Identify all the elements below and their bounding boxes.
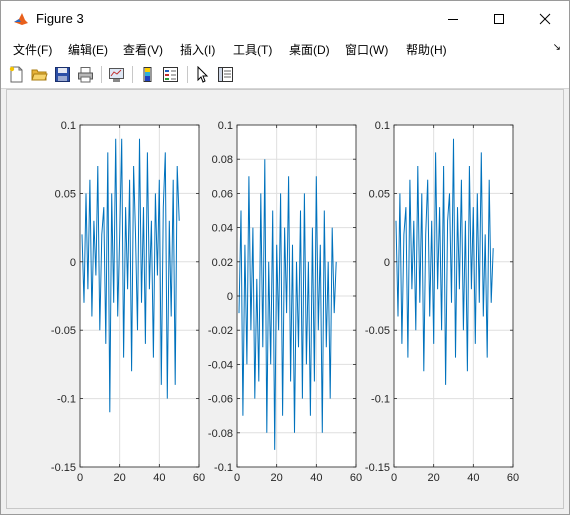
x-tick-label: 20	[271, 472, 283, 484]
minimize-icon	[448, 19, 458, 20]
new-figure-icon[interactable]	[8, 66, 25, 83]
menu-view[interactable]: 查看(V)	[123, 41, 163, 58]
maximize-icon	[494, 14, 504, 24]
x-tick-label: 60	[193, 472, 205, 484]
y-tick-label: 0	[227, 291, 233, 303]
print-icon[interactable]	[77, 66, 94, 83]
property-inspector-icon[interactable]	[217, 66, 234, 83]
colorbar-icon[interactable]	[139, 66, 156, 83]
x-tick-label: 40	[310, 472, 322, 484]
y-tick-label: -0.1	[57, 394, 76, 406]
y-tick-label: 0	[70, 257, 76, 269]
x-tick-label: 20	[428, 472, 440, 484]
menu-edit[interactable]: 编辑(E)	[68, 41, 108, 58]
y-tick-label: -0.15	[365, 462, 390, 474]
menu-insert[interactable]: 插入(I)	[180, 41, 215, 58]
figure-canvas[interactable]: 0 20 40 60 0.1 0.05 0 -0.05 -0.1 -0.15 0 20 40 60 0.1 0…	[6, 89, 564, 509]
legend-icon[interactable]	[162, 66, 179, 83]
y-tick-label: -0.05	[365, 325, 390, 337]
close-button[interactable]	[522, 1, 568, 37]
matlab-icon	[13, 11, 29, 27]
menu-help[interactable]: 帮助(H)	[406, 41, 447, 58]
subplots: 0 20 40 600.10.050-0.05-0.1-0.150 20 40 600.10…	[51, 120, 519, 484]
minimize-button[interactable]	[430, 1, 476, 37]
y-tick-label: -0.1	[371, 394, 390, 406]
y-tick-label: 0.08	[212, 154, 233, 166]
x-tick-label: 0	[234, 472, 240, 484]
edit-plot-icon[interactable]	[194, 66, 211, 83]
menu-file[interactable]: 文件(F)	[13, 41, 52, 58]
y-tick-label: 0	[384, 257, 390, 269]
toolbar-separator	[187, 66, 188, 83]
maximize-button[interactable]	[476, 1, 522, 37]
y-tick-label: -0.04	[208, 359, 233, 371]
toolbar-separator	[101, 66, 102, 83]
x-tick-label: 0	[391, 472, 397, 484]
x-tick-label: 40	[153, 472, 165, 484]
y-tick-label: 0.04	[212, 223, 233, 235]
toolbar	[1, 61, 569, 89]
open-file-icon[interactable]	[31, 66, 48, 83]
y-tick-label: -0.08	[208, 428, 233, 440]
x-tick-label: 60	[350, 472, 362, 484]
y-tick-label: 0.05	[369, 188, 390, 200]
menu-bar: 文件(F) 编辑(E) 查看(V) 插入(I) 工具(T) 桌面(D) 窗口(W…	[1, 37, 569, 61]
toolbar-separator	[132, 66, 133, 83]
y-tick-label: -0.15	[51, 462, 76, 474]
x-tick-label: 60	[507, 472, 519, 484]
y-tick-label: 0.06	[212, 188, 233, 200]
figure-window: Figure 3 文件(F) 编辑(E) 查看(V) 插入(I) 工具(T) 桌…	[0, 0, 570, 515]
dock-arrow-icon[interactable]: ↘	[553, 42, 561, 53]
y-tick-label: 0.1	[375, 120, 390, 132]
menu-tools[interactable]: 工具(T)	[233, 41, 272, 58]
x-tick-label: 20	[114, 472, 126, 484]
y-tick-label: 0.1	[218, 120, 233, 132]
close-icon	[539, 13, 551, 25]
y-tick-label: -0.06	[208, 394, 233, 406]
window-title: Figure 3	[36, 11, 84, 26]
y-tick-label: 0.1	[61, 120, 76, 132]
y-tick-label: -0.02	[208, 325, 233, 337]
y-tick-label: 0.05	[55, 188, 76, 200]
link-plot-icon[interactable]	[108, 66, 125, 83]
save-icon[interactable]	[54, 66, 71, 83]
x-tick-label: 40	[467, 472, 479, 484]
y-tick-label: -0.05	[51, 325, 76, 337]
menu-desktop[interactable]: 桌面(D)	[289, 41, 330, 58]
title-bar[interactable]: Figure 3	[1, 1, 569, 37]
y-tick-label: 0.02	[212, 257, 233, 269]
menu-window[interactable]: 窗口(W)	[345, 41, 388, 58]
y-tick-label: -0.1	[214, 462, 233, 474]
x-tick-label: 0	[77, 472, 83, 484]
